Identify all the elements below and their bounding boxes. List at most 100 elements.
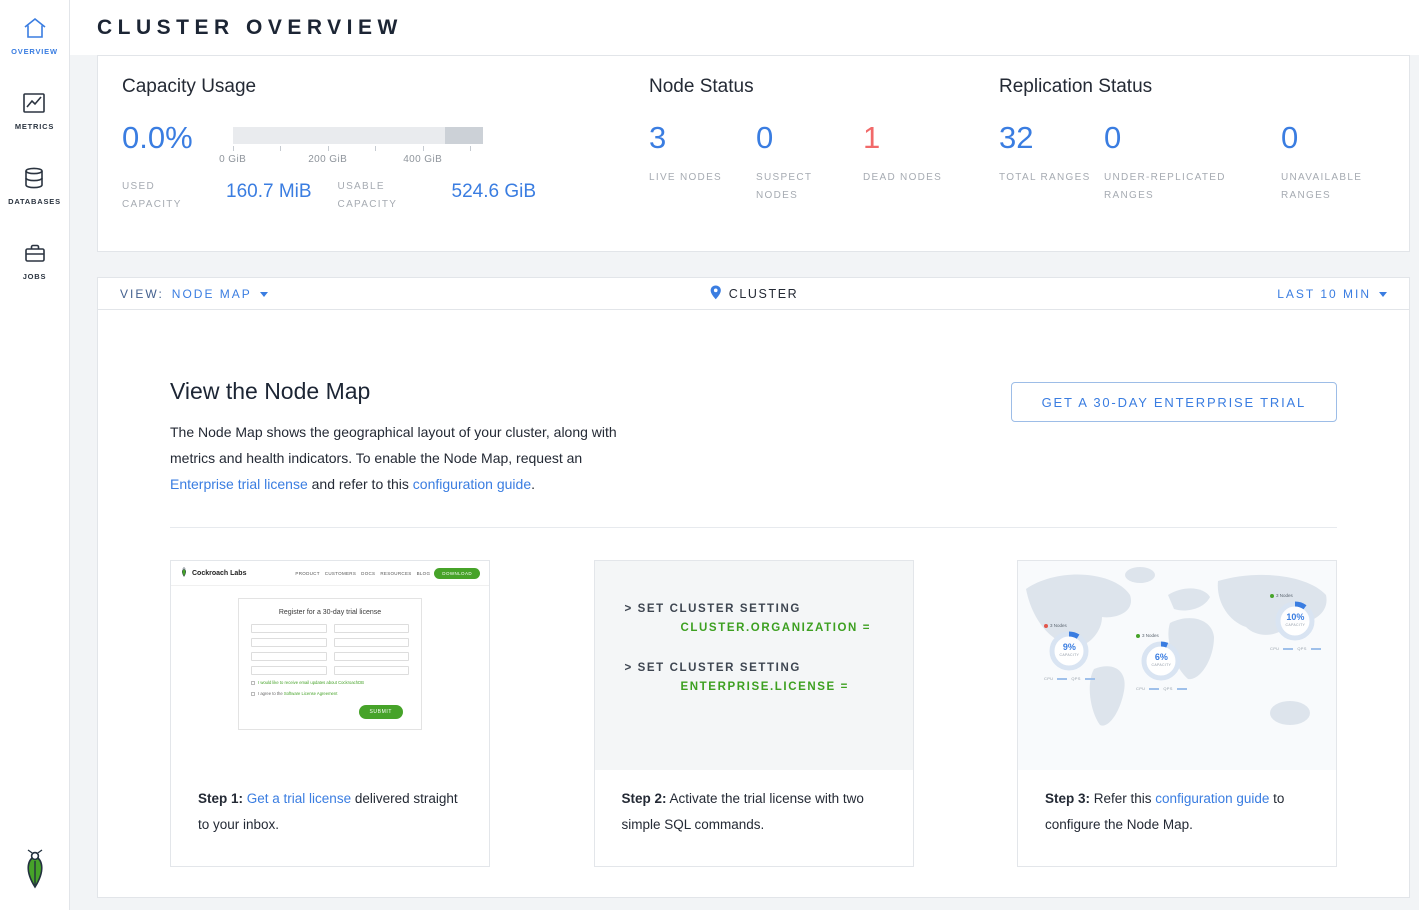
sidebar-item-label: OVERVIEW	[11, 47, 58, 56]
suspect-nodes-value: 0	[756, 122, 863, 153]
locality-dot-icon	[1136, 634, 1140, 638]
sidebar-item-overview[interactable]: OVERVIEW	[11, 16, 58, 56]
step-1-card: Cockroach Labs PRODUCT CUSTOMERS DOCS RE…	[170, 560, 490, 867]
step-2-caption: Step 2: Activate the trial license with …	[595, 770, 913, 838]
capacity-donut: 9% CAPACITY	[1047, 629, 1091, 673]
sidebar-item-label: DATABASES	[8, 197, 61, 206]
mini-nav-item: CUSTOMERS	[325, 571, 356, 576]
total-ranges-stat: 32 TOTAL RANGES	[999, 122, 1104, 205]
sidebar-item-metrics[interactable]: METRICS	[15, 91, 54, 131]
sidebar-item-label: JOBS	[23, 272, 47, 281]
mini-registration-form: Register for a 30-day trial license I wo…	[238, 598, 422, 730]
tick-mark	[280, 146, 281, 151]
view-selector-dropdown[interactable]: VIEW: NODE MAP	[120, 287, 268, 301]
live-nodes-value: 3	[649, 122, 756, 153]
mini-form-input	[251, 638, 327, 647]
tick-mark	[233, 146, 234, 151]
used-capacity-label: USED CAPACITY	[122, 178, 200, 214]
total-ranges-label: TOTAL RANGES	[999, 169, 1094, 187]
suspect-nodes-stat: 0 SUSPECT NODES	[756, 122, 863, 205]
mini-submit-button: SUBMIT	[359, 705, 404, 719]
mini-cockroach-logo-icon	[180, 564, 188, 582]
breadcrumb-label: CLUSTER	[729, 287, 799, 301]
view-label: VIEW:	[120, 287, 164, 301]
locality-badge: 3 Nodes 6% CAPACITY CPU QPS	[1136, 633, 1187, 691]
mini-form-input	[334, 624, 410, 633]
sql-setting: ENTERPRISE.LICENSE =	[681, 681, 913, 693]
tick-mark	[470, 146, 471, 151]
get-trial-license-link[interactable]: Get a trial license	[247, 791, 351, 806]
mini-updates-checkbox-row: I would like to receive email updates ab…	[251, 680, 409, 686]
node-map-card: View the Node Map The Node Map shows the…	[97, 310, 1410, 898]
page-title: CLUSTER OVERVIEW	[97, 16, 403, 40]
tick-mark	[423, 146, 424, 151]
mini-agree-checkbox-row: I agree to the Software License Agreemen…	[251, 691, 409, 697]
configuration-guide-link[interactable]: configuration guide	[413, 476, 531, 492]
used-capacity-percent: 0.0%	[122, 122, 193, 153]
mini-checkbox-label: I would like to receive email updates ab…	[258, 680, 364, 686]
sidebar: OVERVIEW METRICS DATABASES JOBS	[0, 0, 70, 910]
mini-checkbox	[251, 692, 255, 696]
mini-form-input	[334, 652, 410, 661]
configuration-guide-link[interactable]: configuration guide	[1155, 791, 1269, 806]
chevron-down-icon	[1379, 292, 1387, 297]
view-bar: VIEW: NODE MAP CLUSTER LAST 10 MIN	[97, 277, 1410, 310]
locality-nodes-marker: 3 Nodes	[1270, 593, 1293, 598]
mini-site-brand: Cockroach Labs	[192, 570, 246, 577]
step-label: Step 3:	[1045, 791, 1090, 806]
cluster-summary-card: Capacity Usage 0.0% 0 GiB	[97, 55, 1410, 252]
enterprise-trial-license-link[interactable]: Enterprise trial license	[170, 476, 308, 492]
mini-checkbox-label: I agree to the Software License Agreemen…	[258, 691, 337, 697]
node-map-description: The Node Map shows the geographical layo…	[170, 419, 628, 497]
mini-form-fields	[251, 624, 409, 675]
capacity-usage-section: Capacity Usage 0.0% 0 GiB	[122, 76, 649, 227]
location-pin-icon	[709, 285, 722, 303]
mini-form-input	[251, 624, 327, 633]
section-divider	[170, 527, 1337, 528]
mini-site-header: Cockroach Labs PRODUCT CUSTOMERS DOCS RE…	[171, 561, 489, 586]
metrics-icon	[21, 91, 47, 115]
sql-prompt: > SET CLUSTER SETTING	[625, 662, 913, 674]
under-replicated-ranges-label: UNDER-REPLICATED RANGES	[1104, 169, 1264, 205]
cluster-breadcrumb[interactable]: CLUSTER	[709, 285, 799, 303]
dead-nodes-value: 1	[863, 122, 970, 153]
enterprise-trial-button[interactable]: GET A 30-DAY ENTERPRISE TRIAL	[1011, 382, 1337, 422]
step-label: Step 1:	[198, 791, 243, 806]
content-area: Capacity Usage 0.0% 0 GiB	[70, 55, 1419, 910]
sidebar-item-databases[interactable]: DATABASES	[8, 166, 61, 206]
locality-dot-icon	[1270, 594, 1274, 598]
time-range-dropdown[interactable]: LAST 10 MIN	[1277, 287, 1387, 301]
capacity-usage-title: Capacity Usage	[122, 76, 649, 98]
registration-page-screenshot: Cockroach Labs PRODUCT CUSTOMERS DOCS RE…	[171, 561, 489, 770]
mini-form-input	[251, 666, 327, 675]
mini-site-nav: PRODUCT CUSTOMERS DOCS RESOURCES BLOG	[295, 571, 430, 576]
mini-form-input	[334, 638, 410, 647]
replication-status-title: Replication Status	[999, 76, 1385, 98]
under-replicated-ranges-value: 0	[1104, 122, 1281, 153]
step-3-caption: Step 3: Refer this configuration guide t…	[1018, 770, 1336, 838]
dead-nodes-label: DEAD NODES	[863, 169, 958, 187]
step-1-caption: Step 1: Get a trial license delivered st…	[171, 770, 489, 838]
mini-nav-item: BLOG	[417, 571, 431, 576]
capacity-bar-chart: 0 GiB 200 GiB 400 GiB	[233, 122, 483, 168]
replication-status-section: Replication Status 32 TOTAL RANGES 0 UND…	[999, 76, 1385, 227]
step-2-card: > SET CLUSTER SETTING CLUSTER.ORGANIZATI…	[594, 560, 914, 867]
locality-nodes-marker: 3 Nodes	[1136, 633, 1159, 638]
locality-mini-stats: CPU QPS	[1136, 686, 1187, 691]
sidebar-item-jobs[interactable]: JOBS	[22, 241, 48, 281]
mini-form-input	[334, 666, 410, 675]
mini-checkbox	[251, 681, 255, 685]
mini-nav-item: RESOURCES	[380, 571, 411, 576]
sql-prompt: > SET CLUSTER SETTING	[625, 603, 913, 615]
page-header: CLUSTER OVERVIEW	[70, 0, 1419, 55]
unavailable-ranges-label: UNAVAILABLE RANGES	[1281, 169, 1376, 205]
view-value: NODE MAP	[172, 287, 252, 301]
main-content: CLUSTER OVERVIEW Capacity Usage 0.0%	[70, 0, 1419, 910]
capacity-bar-other-segment	[445, 127, 483, 144]
sidebar-item-label: METRICS	[15, 122, 54, 131]
mini-download-button: DOWNLOAD	[434, 568, 480, 579]
sql-setting: CLUSTER.ORGANIZATION =	[681, 622, 913, 634]
locality-badge: 3 Nodes 9% CAPACITY CPU QPS	[1044, 623, 1095, 681]
locality-mini-stats: CPU QPS	[1270, 646, 1321, 651]
tick-mark	[375, 146, 376, 151]
